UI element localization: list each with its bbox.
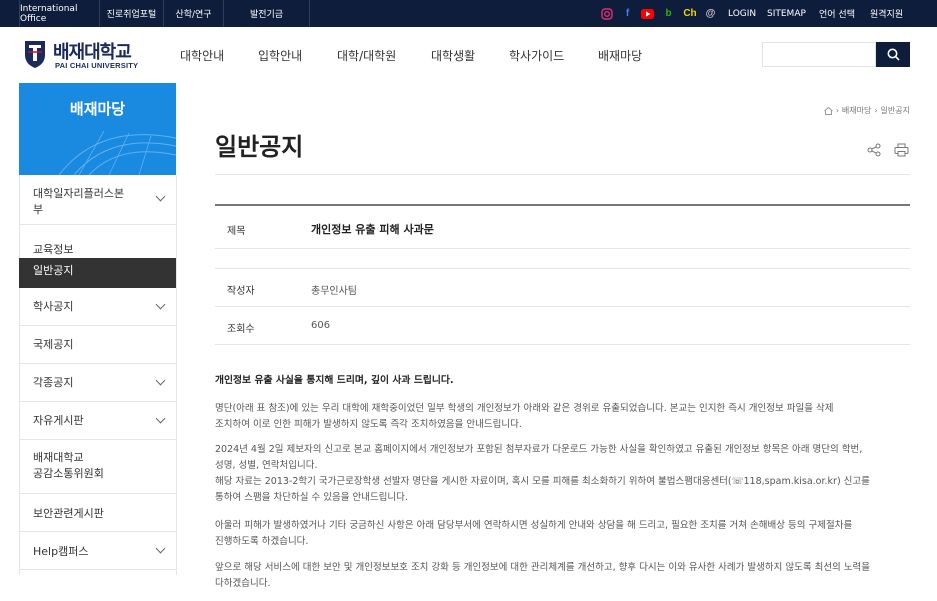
table-top-border (215, 204, 910, 206)
post-views: 606 (311, 320, 331, 331)
sidebar-item-help-campus[interactable]: Help캠퍼스 (19, 532, 176, 570)
sidebar-item-job-plus[interactable]: 대학일자리플러스본 부 (19, 175, 176, 225)
chevron-down-icon (155, 543, 166, 553)
chevron-down-icon (155, 191, 166, 202)
search-input[interactable] (762, 42, 876, 67)
sidebar-item-label: 배재대학교 공감소통위원회 (33, 451, 104, 480)
post-title: 개인정보 유출 피해 사과문 (311, 223, 434, 236)
breadcrumb: › 배재마당 › 일반공지 (823, 105, 910, 116)
search-button[interactable] (876, 42, 910, 67)
chevron-down-icon (155, 299, 166, 309)
remote-support-link[interactable]: 원격지원 (870, 0, 903, 27)
breadcrumb-item[interactable]: 배재마당 (842, 105, 871, 116)
sidebar-item-various-notice[interactable]: 각종공지 (19, 364, 176, 402)
sitemap-link[interactable]: SITEMAP (767, 0, 806, 27)
youtube-icon[interactable] (641, 7, 654, 20)
development-fund-link[interactable]: 발전기금 (224, 0, 310, 27)
sidebar-item-general-notice[interactable]: 일반공지 (19, 258, 176, 288)
table-row-divider (215, 268, 910, 269)
sidebar-title: 배재마당 (69, 100, 126, 118)
nav-admission[interactable]: 입학안내 (258, 47, 302, 64)
sidebar-item-education-info[interactable]: 교육정보 (19, 225, 176, 258)
table-row-divider (215, 306, 910, 307)
chevron-down-icon (155, 375, 166, 385)
sidebar-border (176, 175, 177, 575)
nav-paichai-madang[interactable]: 배재마당 (598, 47, 642, 64)
sidebar-item-label: Help캠퍼스 (33, 545, 89, 558)
post-body-lead: 개인정보 유출 사실을 통지해 드리며, 깊이 사과 드립니다. (215, 375, 454, 386)
sidebar-item-label: 일반공지 (33, 264, 74, 277)
post-body-paragraph: 명단(아래 표 참조)에 있는 우리 대학에 재학중이었던 일부 학생의 개인정… (215, 403, 834, 430)
nav-about[interactable]: 대학안내 (180, 47, 224, 64)
sidebar-item-label: 대학일자리플러스본 부 (33, 187, 125, 216)
university-emblem-icon[interactable] (24, 39, 46, 69)
logo-english-name[interactable]: PAI CHAI UNIVERSITY (55, 61, 138, 70)
blog-icon[interactable]: b (662, 7, 675, 20)
threads-icon[interactable]: @ (704, 7, 717, 20)
sidebar-item-security-board[interactable]: 보안관련게시판 (19, 494, 176, 532)
sidebar-item-label: 국제공지 (33, 338, 74, 351)
sidebar-header: 배재마당 (19, 83, 176, 175)
post-title-label: 제목 (227, 226, 246, 237)
post-body-paragraph: 아울러 피해가 발생하였거나 기타 궁금하신 사항은 아래 담당부서에 연락하시… (215, 520, 853, 547)
breadcrumb-item[interactable]: 일반공지 (881, 105, 910, 116)
breadcrumb-separator: › (835, 106, 839, 115)
chevron-down-icon (155, 413, 166, 423)
nav-colleges[interactable]: 대학/대학원 (337, 47, 396, 64)
career-portal-link[interactable]: 진로취업포털 (100, 0, 164, 27)
sidebar-item-label: 학사공지 (33, 300, 74, 313)
facebook-icon[interactable]: f (621, 7, 634, 20)
share-icon[interactable] (867, 142, 881, 157)
post-author-label: 작성자 (227, 286, 255, 297)
top-utility-bar: International Office 진로취업포털 산학/연구 발전기금 f… (0, 0, 937, 27)
sidebar-item-international-notice[interactable]: 국제공지 (19, 326, 176, 364)
channel-icon[interactable]: Ch (681, 7, 699, 20)
post-body-paragraph: 앞으로 해당 서비스에 대한 보안 및 개인정보보호 조치 강화 등 개인정보에… (215, 562, 871, 589)
international-office-link[interactable]: International Office (19, 0, 100, 27)
campus-building-illustration (58, 130, 176, 175)
table-row-divider (215, 248, 910, 249)
sidebar-item-label: 자유게시판 (33, 414, 84, 427)
login-link[interactable]: LOGIN (728, 0, 756, 27)
search-icon (887, 48, 900, 61)
page-title: 일반공지 (215, 133, 304, 161)
sidebar-item-label: 각종공지 (33, 376, 74, 389)
instagram-icon[interactable] (600, 7, 613, 20)
title-divider (215, 174, 910, 175)
sidebar-item-label: 교육정보 (33, 243, 74, 256)
language-select[interactable]: 언어 선택 (819, 0, 855, 27)
industry-research-link[interactable]: 산학/연구 (164, 0, 224, 27)
sidebar-item-free-board[interactable]: 자유게시판 (19, 402, 176, 440)
sidebar-item-label: 보안관련게시판 (33, 507, 104, 520)
breadcrumb-separator: › (874, 106, 878, 115)
print-icon[interactable] (894, 142, 909, 157)
sidebar-item-communication-committee[interactable]: 배재대학교 공감소통위원회 (19, 440, 176, 494)
post-body-paragraph: 2024년 4월 2일 제보자의 신고로 본교 홈페이지에서 개인정보가 포함된… (215, 444, 870, 503)
sidebar-item-academic-notice[interactable]: 학사공지 (19, 288, 176, 326)
home-icon[interactable] (823, 106, 833, 115)
nav-campus-life[interactable]: 대학생활 (431, 47, 475, 64)
post-author: 총무인사팀 (311, 286, 357, 297)
nav-academic-guide[interactable]: 학사가이드 (509, 47, 564, 64)
post-views-label: 조회수 (227, 324, 255, 335)
table-row-divider (215, 344, 910, 345)
